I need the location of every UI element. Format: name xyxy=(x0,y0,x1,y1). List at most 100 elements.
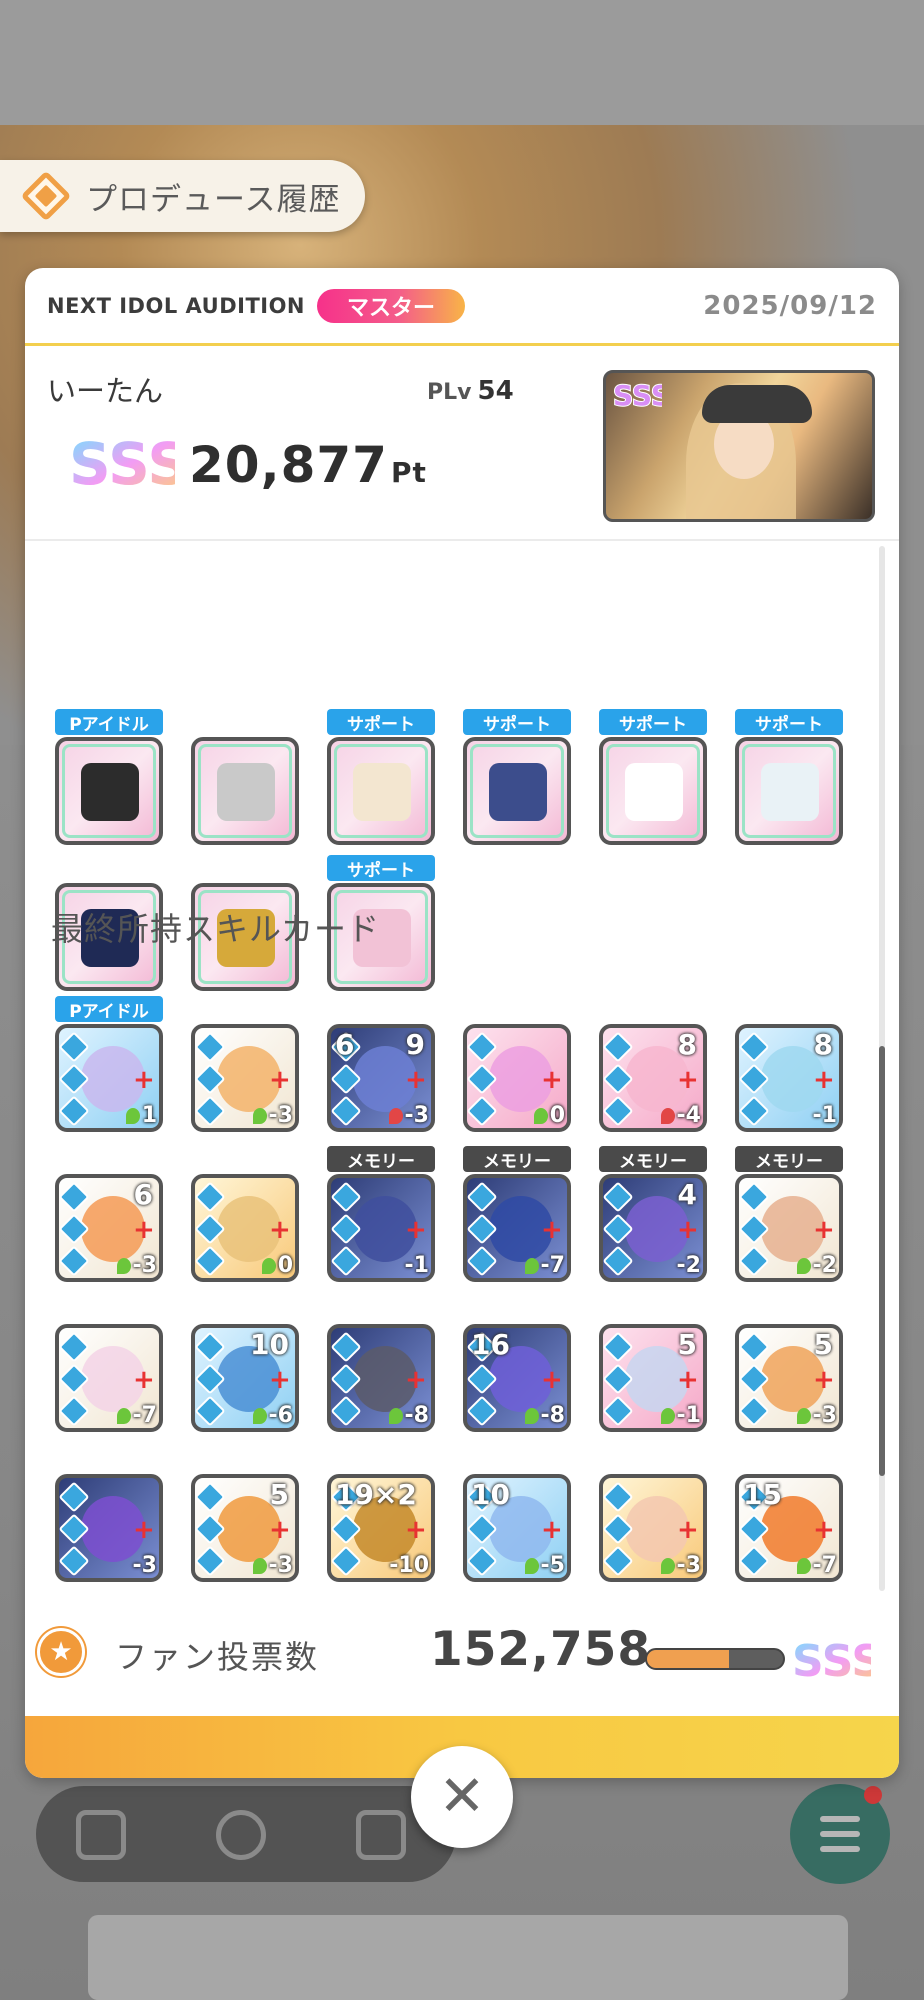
card-stack-count: 10 xyxy=(471,1478,510,1511)
skill-card[interactable]: +9 6 -3 xyxy=(327,1024,435,1132)
close-button[interactable]: ✕ xyxy=(411,1746,513,1848)
bouquet-card-icon xyxy=(625,763,683,821)
card-level: 6 xyxy=(133,1178,153,1211)
effect-diamond-icon xyxy=(739,1181,770,1213)
skill-card[interactable]: + -3 xyxy=(191,1024,299,1132)
close-icon: ✕ xyxy=(438,1764,486,1829)
stamina-drop-icon xyxy=(261,1258,276,1274)
skill-card-tile: +5 -1 xyxy=(599,1324,707,1432)
skill-card[interactable]: +6 -3 xyxy=(55,1174,163,1282)
upgrade-plus-icon: + xyxy=(541,1365,563,1395)
card-cost: -3 xyxy=(132,1553,157,1578)
effect-diamond-icon xyxy=(603,1245,634,1277)
stamina-drop-icon xyxy=(252,1558,267,1574)
item-slot[interactable] xyxy=(191,737,299,845)
skill-card[interactable]: + -8 xyxy=(327,1324,435,1432)
effect-diamond-icon xyxy=(195,1031,226,1063)
effect-diamond-icon xyxy=(603,1031,634,1063)
skill-card-tile: + -8 xyxy=(327,1324,435,1432)
card-tag: メモリー xyxy=(599,1146,707,1172)
card-cost: -1 xyxy=(404,1253,429,1278)
upgrade-plus-icon: + xyxy=(813,1365,835,1395)
skill-card[interactable]: Pアイドル +1 xyxy=(55,996,163,1132)
item-tile xyxy=(599,737,707,845)
effect-diamond-icon xyxy=(59,1481,90,1513)
player-name: いーたん xyxy=(47,374,164,408)
upgrade-plus-icon: + xyxy=(541,1065,563,1095)
item-slot[interactable]: サポート xyxy=(327,709,435,845)
skill-card[interactable]: メモリー + -2 xyxy=(735,1146,843,1282)
upgrade-plus-icon: + xyxy=(269,1215,291,1245)
upgrade-plus-icon: + xyxy=(133,1365,155,1395)
skill-card[interactable]: +10 -5 xyxy=(463,1474,571,1582)
effect-diamond-icon xyxy=(331,1095,362,1127)
star-icon: ★ xyxy=(37,1628,85,1676)
item-slot[interactable]: サポート xyxy=(735,709,843,845)
effect-diamond-icon xyxy=(331,1331,362,1363)
skill-card[interactable]: +0 xyxy=(191,1174,299,1282)
card-level: 4 xyxy=(677,1178,697,1211)
effect-diamond-icon xyxy=(331,1245,362,1277)
skill-card[interactable]: メモリー + -7 xyxy=(463,1146,571,1282)
skill-card-tile: + -7 xyxy=(55,1324,163,1432)
card-cost: -3 xyxy=(116,1253,157,1278)
item-tile xyxy=(191,737,299,845)
card-cost: -4 xyxy=(660,1103,701,1128)
skill-card-tile: +8 -1 xyxy=(735,1024,843,1132)
grade-sss-icon: SSS xyxy=(68,429,176,497)
item-tag: サポート xyxy=(735,709,843,735)
skill-card[interactable]: +10 -6 xyxy=(191,1324,299,1432)
card-level: 9 xyxy=(405,1028,425,1061)
skill-card[interactable]: +8 -4 xyxy=(599,1024,707,1132)
upgrade-plus-icon: + xyxy=(405,1515,427,1545)
skill-card[interactable]: + -3 xyxy=(599,1474,707,1582)
skill-card[interactable]: +15 -7 xyxy=(735,1474,843,1582)
effect-diamond-icon xyxy=(739,1331,770,1363)
stamina-drop-icon xyxy=(252,1408,267,1424)
item-tile xyxy=(327,737,435,845)
upgrade-plus-icon: + xyxy=(541,1515,563,1545)
skill-card[interactable]: +16 -8 xyxy=(463,1324,571,1432)
item-tile xyxy=(55,737,163,845)
scrollbar[interactable] xyxy=(879,546,885,1591)
card-cost: 0 xyxy=(261,1253,293,1278)
produce-history-panel: NEXT IDOL AUDITION マスター 2025/09/12 いーたん … xyxy=(25,268,899,1778)
item-tag: サポート xyxy=(463,709,571,735)
svg-text:SSS: SSS xyxy=(69,430,175,496)
skill-card[interactable]: メモリー + -1 xyxy=(327,1146,435,1282)
skill-card-section-title: 最終所持スキルカード xyxy=(51,910,381,948)
card-cost: -2 xyxy=(796,1253,837,1278)
effect-diamond-icon xyxy=(467,1031,498,1063)
skill-card[interactable]: + -3 xyxy=(55,1474,163,1582)
item-slot[interactable]: サポート xyxy=(463,709,571,845)
skill-card[interactable]: メモリー +4 -2 xyxy=(599,1146,707,1282)
upgrade-plus-icon: + xyxy=(405,1065,427,1095)
header-title: プロデュース履歴 xyxy=(86,181,341,218)
skill-card[interactable]: +0 xyxy=(463,1024,571,1132)
grade-sss-small-icon: SSS xyxy=(612,378,662,411)
skill-card[interactable]: +8 -1 xyxy=(735,1024,843,1132)
skill-card-tile: + -7 xyxy=(463,1174,571,1282)
upgrade-plus-icon: + xyxy=(677,1065,699,1095)
upgrade-plus-icon: + xyxy=(541,1215,563,1245)
item-slot[interactable]: サポート xyxy=(599,709,707,845)
skill-card[interactable]: +19×2 -10 xyxy=(327,1474,435,1582)
skill-card[interactable]: +5 -3 xyxy=(191,1474,299,1582)
scrollbar-thumb[interactable] xyxy=(879,1046,885,1476)
card-cost: 1 xyxy=(125,1103,157,1128)
skill-card[interactable]: +5 -1 xyxy=(599,1324,707,1432)
producer-level: PLv 54 xyxy=(427,376,514,406)
card-level: 5 xyxy=(813,1328,833,1361)
stamina-drop-icon xyxy=(660,1558,675,1574)
effect-diamond-icon xyxy=(467,1181,498,1213)
upgrade-plus-icon: + xyxy=(133,1065,155,1095)
skill-card-tile: +19×2 -10 xyxy=(327,1474,435,1582)
skill-card[interactable]: +5 -3 xyxy=(735,1324,843,1432)
card-cost: 0 xyxy=(533,1103,565,1128)
skill-card[interactable]: + -7 xyxy=(55,1324,163,1432)
idol-portrait: SSS xyxy=(603,370,875,522)
stamina-drop-icon xyxy=(524,1258,539,1274)
card-tag: メモリー xyxy=(735,1146,843,1172)
item-slot[interactable]: Pアイドル xyxy=(55,709,163,845)
stamina-drop-icon xyxy=(660,1408,675,1424)
